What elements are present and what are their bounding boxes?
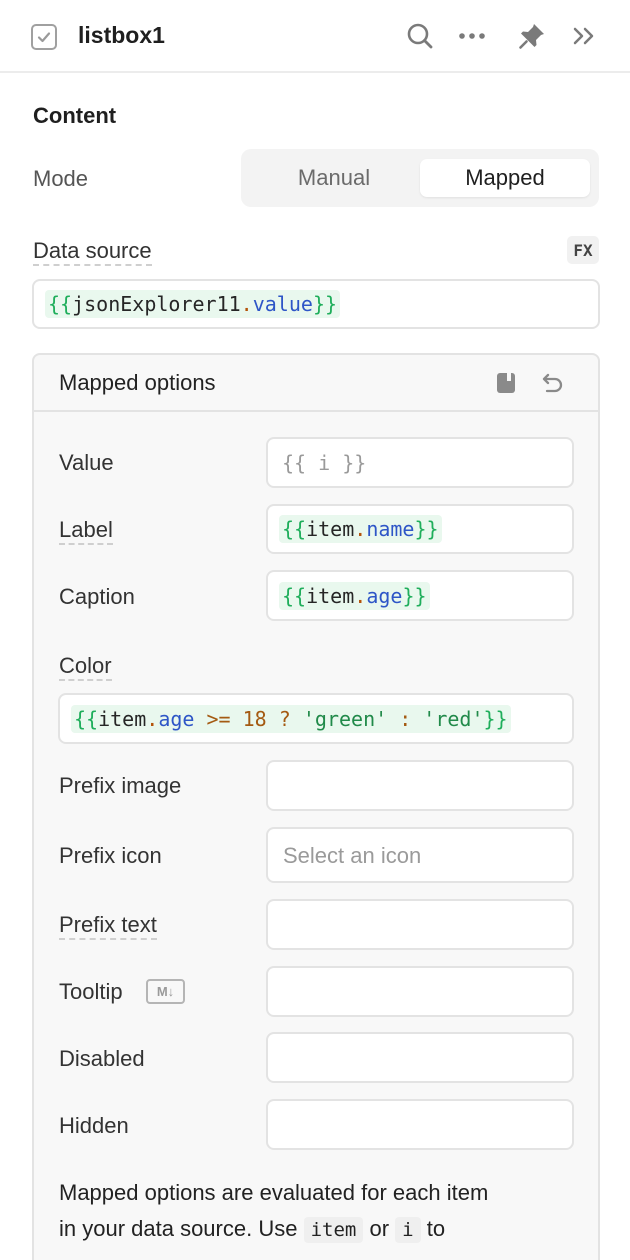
more-icon[interactable] [454, 18, 490, 54]
prefix-image-label: Prefix image [59, 773, 182, 798]
mode-segmented-control: Manual Mapped [241, 149, 599, 207]
prefix-text-input[interactable] [266, 899, 574, 950]
mapped-options-title: Mapped options [59, 370, 216, 395]
color-code: {{item.age >= 18 ? 'green' : 'red'}} [71, 705, 511, 733]
prefix-icon-label: Prefix icon [59, 843, 162, 868]
tooltip-label: Tooltip [59, 979, 123, 1004]
prefix-icon-select[interactable]: Select an icon [266, 827, 574, 883]
mapped-options-help-text: Mapped options are evaluated for each it… [59, 1175, 569, 1248]
data-source-input[interactable]: {{jsonExplorer11.value}} [32, 279, 600, 329]
caption-code: {{item.age}} [279, 582, 430, 610]
fx-toggle-button[interactable]: FX [567, 236, 599, 264]
value-input[interactable]: {{ i }} [266, 437, 574, 488]
value-label: Value [59, 450, 114, 475]
inspector-header: listbox1 [0, 0, 630, 73]
reset-icon[interactable] [539, 369, 567, 397]
docs-book-icon[interactable] [492, 369, 520, 397]
mapped-options-header: Mapped options [34, 355, 598, 412]
help-line-2: in your data source. Use item or i to [59, 1216, 446, 1243]
code-chip-item: item [303, 1217, 364, 1243]
search-icon[interactable] [402, 18, 438, 54]
prefix-text-label[interactable]: Prefix text [59, 912, 157, 940]
hidden-input[interactable] [266, 1099, 574, 1150]
caption-input[interactable]: {{item.age}} [266, 570, 574, 621]
tooltip-input[interactable] [266, 966, 574, 1017]
data-source-code: {{jsonExplorer11.value}} [45, 290, 341, 318]
markdown-badge-icon: M↓ [146, 979, 185, 1004]
caption-label: Caption [59, 584, 135, 609]
color-label[interactable]: Color [59, 653, 112, 681]
mode-option-mapped[interactable]: Mapped [420, 159, 590, 197]
component-name[interactable]: listbox1 [78, 22, 165, 49]
collapse-panel-icon[interactable] [566, 18, 602, 54]
section-title-content: Content [33, 103, 117, 128]
prefix-image-input[interactable] [266, 760, 574, 811]
label-input[interactable]: {{item.name}} [266, 504, 574, 554]
label-label[interactable]: Label [59, 517, 113, 545]
hidden-label: Hidden [59, 1113, 129, 1138]
disabled-input[interactable] [266, 1032, 574, 1083]
component-checkbox-icon[interactable] [31, 24, 57, 50]
color-input[interactable]: {{item.age >= 18 ? 'green' : 'red'}} [58, 693, 574, 744]
code-chip-i: i [395, 1217, 421, 1243]
mode-label: Mode [33, 166, 89, 191]
disabled-label: Disabled [59, 1046, 145, 1071]
data-source-label[interactable]: Data source [33, 238, 152, 266]
mode-option-manual[interactable]: Manual [249, 159, 419, 197]
label-code: {{item.name}} [279, 515, 442, 543]
value-placeholder: {{ i }} [282, 451, 367, 475]
prefix-icon-placeholder: Select an icon [283, 843, 422, 868]
help-line-1: Mapped options are evaluated for each it… [59, 1180, 489, 1205]
pin-icon[interactable] [514, 18, 550, 54]
